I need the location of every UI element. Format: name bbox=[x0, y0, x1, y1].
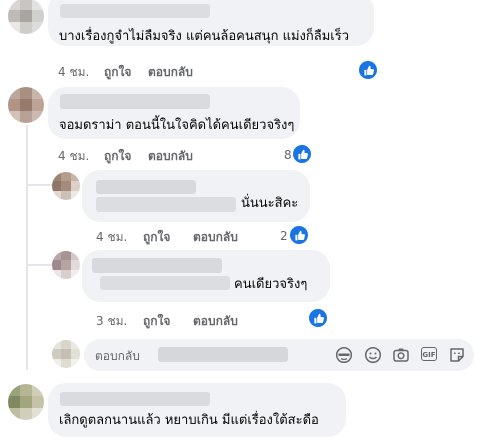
comment-text: นั่นนะสิคะ bbox=[241, 196, 299, 211]
reply-link[interactable]: ตอบกลับ bbox=[193, 312, 238, 331]
thread-line bbox=[26, 264, 52, 266]
blurred-mention bbox=[158, 347, 288, 362]
gif-icon[interactable]: GIF bbox=[421, 347, 437, 361]
comment-text: เลิกดูตลกนานแล้ว หยาบเกิน มีแต่เรื่องใต้… bbox=[59, 413, 319, 428]
thread-line bbox=[26, 125, 28, 370]
avatar[interactable] bbox=[8, 384, 44, 420]
reply-link[interactable]: ตอบกลับ bbox=[193, 228, 238, 247]
blurred-text bbox=[96, 197, 236, 212]
comment-text: คนเดียวจริงๆ bbox=[234, 277, 308, 292]
reply-link[interactable]: ตอบกลับ bbox=[148, 63, 193, 82]
like-link[interactable]: ถูกใจ bbox=[143, 228, 170, 247]
reply-link[interactable]: ตอบกลับ bbox=[148, 147, 193, 166]
comment-timestamp[interactable]: 3 ชม. bbox=[96, 312, 127, 331]
thread-line bbox=[26, 184, 52, 186]
comment-text: จอมดราม่า ตอนนี้ในใจคิดได้คนเดียวจริงๆ bbox=[59, 118, 295, 133]
comment-actions: 4 ชม. ถูกใจ ตอบกลับ bbox=[58, 63, 258, 79]
reply-input[interactable]: ตอบกลับ GIF bbox=[84, 339, 474, 371]
avatar[interactable] bbox=[8, 0, 44, 34]
comment-timestamp[interactable]: 4 ชม. bbox=[58, 147, 89, 166]
comment-text: บางเรื่องกูจำไม่ลืมจริง แต่คนล้อคนสนุก แ… bbox=[59, 29, 350, 44]
blurred-text bbox=[100, 276, 230, 290]
commenter-name-blurred[interactable] bbox=[60, 392, 210, 406]
like-reaction-icon[interactable] bbox=[357, 59, 379, 81]
comment-actions: 3 ชม. ถูกใจ ตอบกลับ bbox=[96, 312, 296, 328]
reaction-count[interactable]: 2 bbox=[280, 229, 288, 243]
commenter-name-blurred[interactable] bbox=[92, 258, 222, 273]
comment-timestamp[interactable]: 4 ชม. bbox=[96, 228, 127, 247]
like-reaction-icon[interactable] bbox=[307, 307, 329, 329]
avatar[interactable] bbox=[8, 87, 44, 123]
camera-icon[interactable] bbox=[392, 346, 410, 364]
commenter-name-blurred[interactable] bbox=[96, 180, 196, 194]
like-link[interactable]: ถูกใจ bbox=[143, 312, 170, 331]
avatar[interactable] bbox=[52, 172, 80, 200]
sticker-icon[interactable] bbox=[448, 346, 466, 364]
smiley-icon[interactable] bbox=[364, 346, 382, 364]
like-reaction-icon[interactable] bbox=[291, 143, 313, 165]
comment-timestamp[interactable]: 4 ชม. bbox=[58, 63, 89, 82]
emoji-mask-icon[interactable] bbox=[335, 346, 353, 364]
comment-actions: 4 ชม. ถูกใจ ตอบกลับ bbox=[96, 228, 296, 244]
like-link[interactable]: ถูกใจ bbox=[104, 63, 131, 82]
user-avatar bbox=[52, 340, 80, 368]
commenter-name-blurred[interactable] bbox=[60, 4, 210, 18]
reply-input-placeholder: ตอบกลับ bbox=[95, 349, 140, 363]
commenter-name-blurred[interactable] bbox=[60, 94, 210, 109]
like-link[interactable]: ถูกใจ bbox=[104, 147, 131, 166]
like-reaction-icon[interactable] bbox=[288, 224, 310, 246]
avatar[interactable] bbox=[52, 251, 80, 279]
comment-actions: 4 ชม. ถูกใจ ตอบกลับ bbox=[58, 147, 258, 163]
